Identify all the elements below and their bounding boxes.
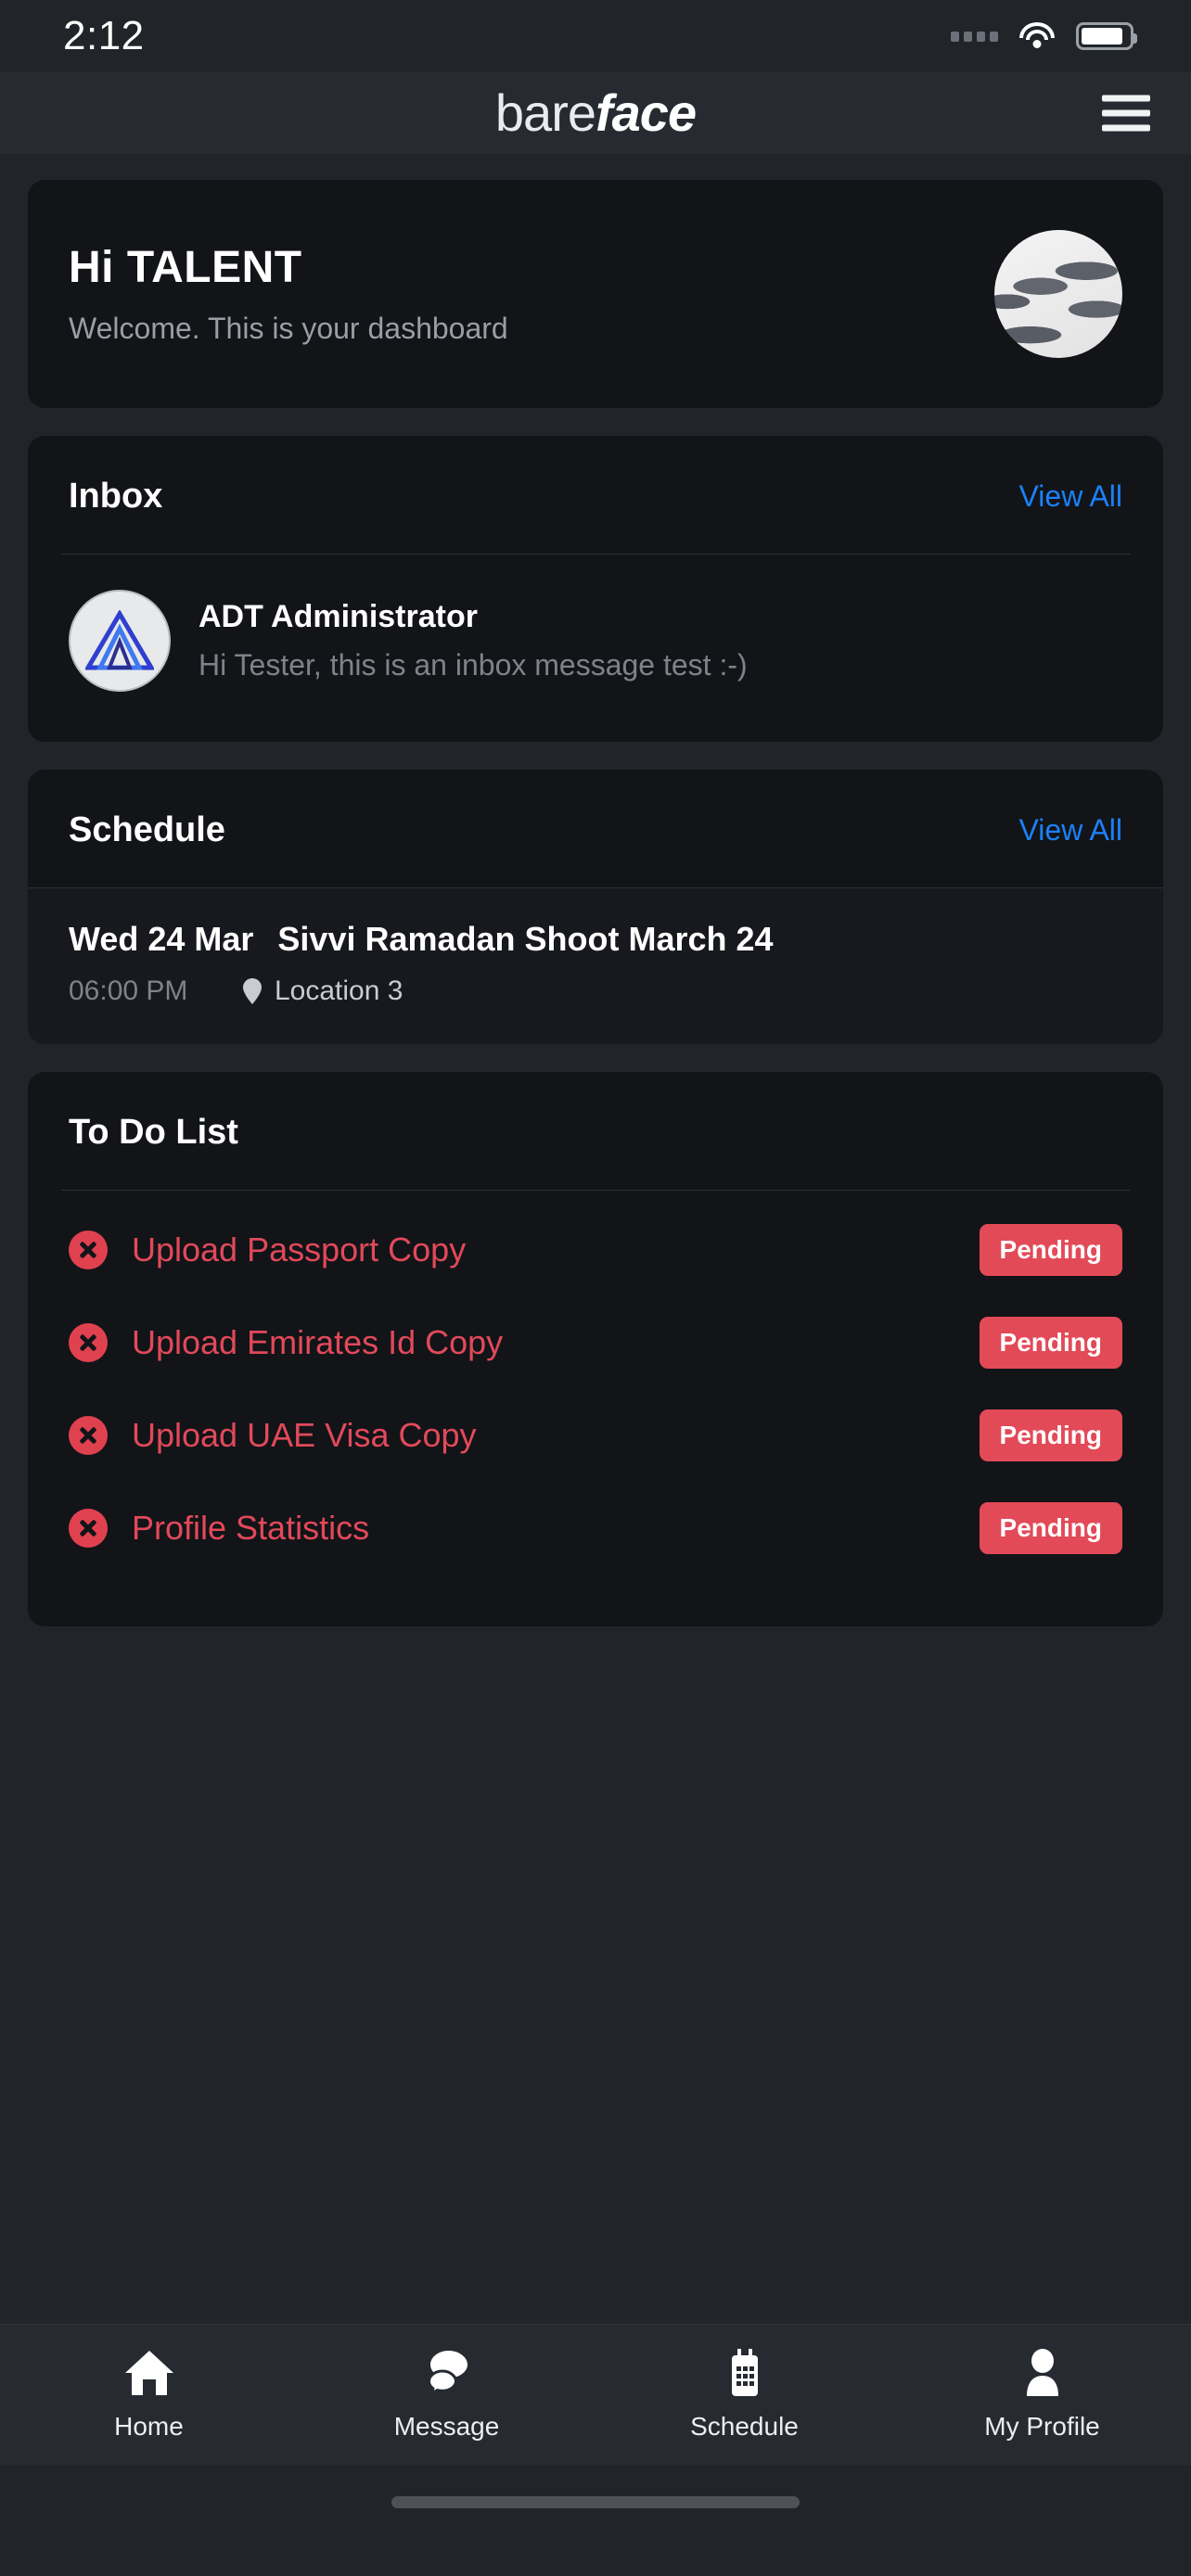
tab-schedule-label: Schedule xyxy=(690,2411,799,2441)
greeting-title: Hi TALENT xyxy=(69,243,302,292)
map-pin-icon xyxy=(243,978,262,1004)
adt-triangle-logo-icon xyxy=(69,590,171,692)
todo-item-label: Upload UAE Visa Copy xyxy=(132,1416,477,1454)
todo-item-label: Upload Emirates Id Copy xyxy=(132,1323,504,1361)
logo-text-bold: face xyxy=(596,83,697,142)
dashboard-content: Hi TALENT Welcome. This is your dashboar… xyxy=(0,154,1191,2331)
tab-message[interactable]: Message xyxy=(298,2349,596,2442)
status-badge: Pending xyxy=(979,1317,1122,1369)
schedule-header-inner: Schedule View All xyxy=(28,770,1163,887)
todo-item-label: Upload Passport Copy xyxy=(132,1231,467,1269)
todo-item-left: Upload UAE Visa Copy xyxy=(69,1416,477,1455)
schedule-event-secondary: 06:00 PM Location 3 xyxy=(69,976,1122,1007)
chat-bubbles-icon xyxy=(427,2350,467,2394)
user-avatar-photo[interactable] xyxy=(994,230,1122,358)
bareface-logo: bare face xyxy=(494,83,697,142)
todo-item[interactable]: Upload Passport Copy Pending xyxy=(69,1204,1122,1296)
app-header: bare face xyxy=(0,72,1191,154)
status-time: 2:12 xyxy=(63,13,145,58)
tab-my-profile-label: My Profile xyxy=(984,2411,1100,2441)
greeting-card: Hi TALENT Welcome. This is your dashboar… xyxy=(28,180,1163,408)
schedule-view-all-link[interactable]: View All xyxy=(1019,813,1122,848)
status-bar: 2:12 xyxy=(0,0,1191,72)
schedule-event-time: 06:00 PM xyxy=(69,976,188,1006)
tab-home-label: Home xyxy=(114,2411,184,2441)
todo-item-label: Profile Statistics xyxy=(132,1509,370,1547)
schedule-card: Schedule View All Wed 24 Mar Sivvi Ramad… xyxy=(28,770,1163,1044)
tab-message-label: Message xyxy=(393,2411,500,2441)
x-circle-icon xyxy=(69,1323,108,1362)
signal-dots-icon xyxy=(951,31,998,42)
todo-item[interactable]: Profile Statistics Pending xyxy=(69,1482,1122,1575)
x-circle-icon xyxy=(69,1416,108,1455)
inbox-card: Inbox View All ADT Administrator Hi Test… xyxy=(28,436,1163,742)
schedule-event-location: Location 3 xyxy=(275,976,403,1006)
schedule-event-row[interactable]: Wed 24 Mar Sivvi Ramadan Shoot March 24 … xyxy=(28,888,1163,1044)
inbox-header: Inbox View All xyxy=(28,436,1163,554)
tab-schedule[interactable]: Schedule xyxy=(596,2348,893,2442)
home-indicator-area xyxy=(0,2465,1191,2576)
schedule-title: Schedule xyxy=(69,810,225,849)
x-circle-icon xyxy=(69,1509,108,1548)
todo-card: To Do List Upload Passport Copy Pending … xyxy=(28,1072,1163,1626)
phone-screen: 2:12 bare face Hi TALENT Welcome. This is… xyxy=(0,0,1191,2576)
x-circle-icon xyxy=(69,1231,108,1269)
hamburger-menu-icon[interactable] xyxy=(1102,95,1150,132)
todo-item-left: Profile Statistics xyxy=(69,1509,369,1548)
todo-item-left: Upload Passport Copy xyxy=(69,1231,466,1269)
inbox-title: Inbox xyxy=(69,477,163,516)
logo-text-light: bare xyxy=(494,83,596,142)
person-icon xyxy=(1026,2348,1058,2396)
status-badge: Pending xyxy=(979,1224,1122,1276)
bottom-navigation: Home Message Schedule My Profile xyxy=(0,2324,1191,2465)
inbox-message-text: ADT Administrator Hi Tester, this is an … xyxy=(198,599,748,682)
schedule-event-primary: Wed 24 Mar Sivvi Ramadan Shoot March 24 xyxy=(69,920,1122,959)
todo-item[interactable]: Upload UAE Visa Copy Pending xyxy=(69,1389,1122,1482)
todo-item-left: Upload Emirates Id Copy xyxy=(69,1323,503,1362)
status-indicators xyxy=(951,22,1137,50)
inbox-view-all-link[interactable]: View All xyxy=(1019,479,1122,514)
status-badge: Pending xyxy=(979,1502,1122,1554)
tab-my-profile[interactable]: My Profile xyxy=(893,2348,1191,2442)
schedule-header: Schedule View All xyxy=(28,770,1163,887)
inbox-message-preview: Hi Tester, this is an inbox message test… xyxy=(198,648,748,682)
calendar-icon xyxy=(731,2348,758,2396)
greeting-subtitle: Welcome. This is your dashboard xyxy=(69,312,508,345)
greeting-text: Hi TALENT Welcome. This is your dashboar… xyxy=(69,242,508,346)
battery-icon xyxy=(1076,22,1137,50)
schedule-event-location-wrap: Location 3 xyxy=(243,976,403,1007)
inbox-sender-name: ADT Administrator xyxy=(198,599,478,634)
home-icon xyxy=(124,2350,173,2395)
schedule-event-date: Wed 24 Mar xyxy=(69,920,254,958)
todo-items-list: Upload Passport Copy Pending Upload Emir… xyxy=(28,1191,1163,1626)
inbox-message-row[interactable]: ADT Administrator Hi Tester, this is an … xyxy=(28,555,1163,742)
schedule-event-name: Sivvi Ramadan Shoot March 24 xyxy=(277,920,774,958)
tab-home[interactable]: Home xyxy=(0,2349,298,2442)
home-indicator[interactable] xyxy=(391,2496,800,2508)
wifi-icon xyxy=(1018,22,1056,50)
todo-header: To Do List xyxy=(28,1072,1163,1190)
todo-item[interactable]: Upload Emirates Id Copy Pending xyxy=(69,1296,1122,1389)
status-badge: Pending xyxy=(979,1409,1122,1461)
todo-title: To Do List xyxy=(69,1113,238,1152)
